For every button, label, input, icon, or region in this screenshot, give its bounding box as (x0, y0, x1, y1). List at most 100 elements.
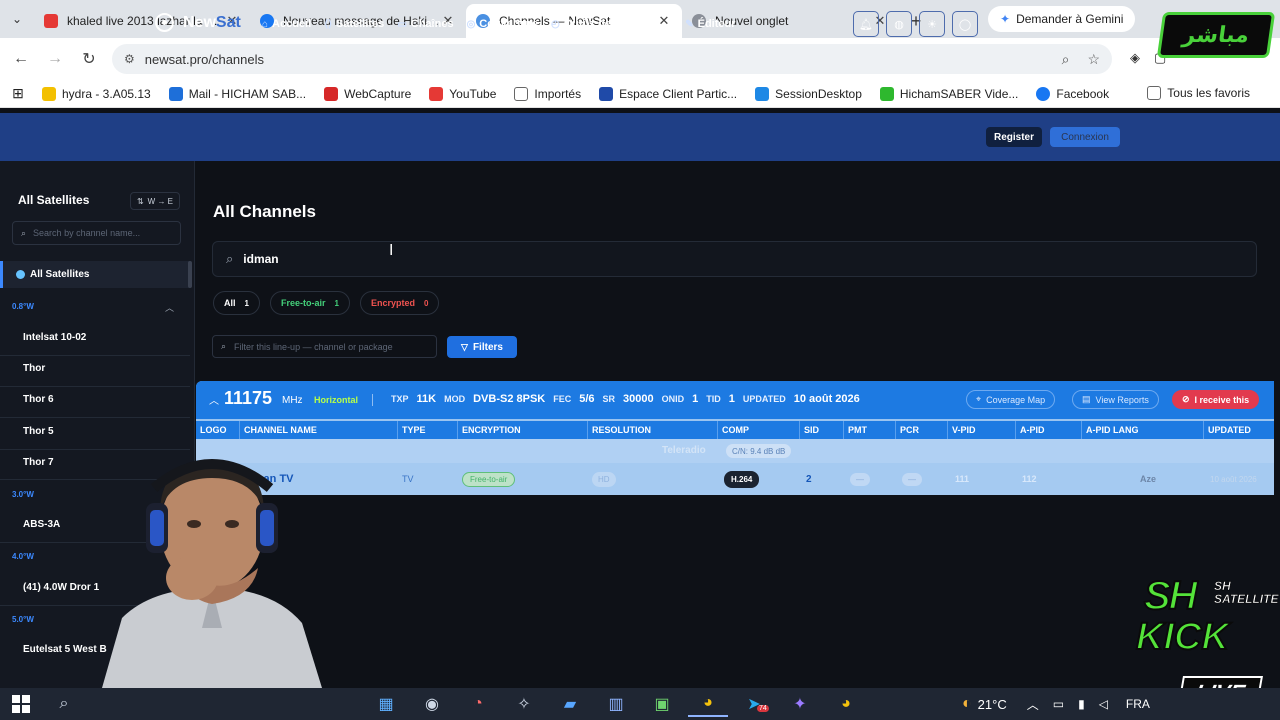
channel-search-input[interactable]: ⌕ idman (212, 241, 1257, 277)
pill-free-to-air[interactable]: Free-to-air 1 (269, 291, 350, 315)
reload-button[interactable]: ↻ (72, 42, 106, 76)
chevron-up-icon[interactable]: ︿ (1027, 696, 1039, 713)
camera-app-icon[interactable]: ◉ (412, 691, 452, 717)
sidebar-item-satellite[interactable]: Thor 6 (23, 394, 54, 405)
network-icon[interactable]: ▭ (1053, 697, 1064, 711)
column-header[interactable]: A-PID LANG (1082, 421, 1204, 439)
weather-temperature[interactable]: 21°C (978, 697, 1007, 712)
theme-sun-icon[interactable]: ☀ (919, 11, 945, 37)
apps-grid-icon[interactable]: ⊞ (0, 85, 36, 102)
microphone-icon[interactable]: ▮ (1078, 697, 1085, 711)
nav-item-chaines[interactable]: ▭ Chaînes (397, 18, 453, 30)
filters-label: Filters (472, 341, 503, 353)
bookmark-item[interactable]: WebCapture (324, 86, 411, 101)
bookmark-item[interactable]: Mail - HICHAM SAB... (168, 86, 306, 101)
column-header[interactable]: RESOLUTION (588, 421, 718, 439)
extension-icon[interactable]: ◈ (1130, 50, 1140, 66)
satellite-tool-icon[interactable]: ✦ (780, 691, 820, 717)
package-name: Teleradio (662, 445, 706, 456)
chrome-taskbar-icon[interactable]: ◕ (688, 691, 728, 717)
bookmark-item[interactable]: hydra - 3.A05.13 (42, 86, 151, 101)
column-header[interactable]: A-PID (1016, 421, 1082, 439)
column-header[interactable]: SID (800, 421, 844, 439)
sidebar-scrollbar[interactable] (188, 261, 192, 288)
language-globe-icon[interactable]: ◍ (886, 11, 912, 37)
contrast-drop-icon[interactable]: ◯ (952, 11, 978, 37)
sidebar-search-input[interactable]: ⌕ Search by channel name... (12, 221, 181, 245)
notification-bell-icon[interactable]: 🔔︎ (853, 11, 879, 37)
column-header[interactable]: ENCRYPTION (458, 421, 588, 439)
view-reports-button[interactable]: ▤ View Reports (1072, 390, 1159, 409)
i-receive-this-button[interactable]: ⊘ I receive this (1172, 390, 1260, 409)
sort-direction-button[interactable]: ⇅ W → E (130, 192, 180, 210)
transponder-header[interactable]: ︿ 11175 MHz Horizontal TXP 11K MOD DVB-S2 … (196, 381, 1274, 419)
column-header[interactable]: TYPE (398, 421, 458, 439)
sidebar-item-satellite[interactable]: Thor (23, 363, 45, 374)
bookmark-star-icon[interactable]: ☆ (1087, 51, 1100, 68)
login-button[interactable]: Connexion (1050, 127, 1120, 147)
gemini-button[interactable]: ✦ Demander à Gemini (988, 6, 1136, 32)
meta-key: ONID (661, 394, 685, 404)
bookmark-item[interactable]: HichamSABER Vide... (879, 86, 1018, 101)
speedometer-icon[interactable]: ◔ (458, 691, 498, 717)
nav-item-editeur[interactable]: ✎ Éditeur (685, 18, 735, 30)
column-header[interactable]: V-PID (948, 421, 1016, 439)
input-language[interactable]: FRA (1126, 697, 1150, 711)
bookmark-label: Facebook (1056, 86, 1110, 101)
file-explorer-icon[interactable]: ▦ (366, 691, 406, 717)
column-header[interactable]: COMP (718, 421, 800, 439)
forward-button[interactable]: → (38, 42, 72, 76)
reports-label: View Reports (1095, 394, 1149, 405)
calculator-icon[interactable]: ▥ (596, 691, 636, 717)
tab-search-icon[interactable]: ⌄ (0, 0, 34, 38)
nav-item-couverture[interactable]: ◎ Couverture (467, 18, 538, 30)
globe-icon (16, 270, 25, 279)
sidebar-item-satellite[interactable]: Thor 7 (23, 457, 54, 468)
address-bar[interactable]: ⚙ newsat.pro/channels ⌕ ☆ (112, 44, 1112, 74)
filters-button[interactable]: ▽ Filters (447, 336, 517, 358)
chevron-up-icon[interactable]: ︿ (165, 301, 174, 314)
notification-count-badge: 74 (757, 705, 769, 712)
search-icon[interactable]: ⌕ (44, 691, 84, 717)
column-header[interactable]: LOGO (196, 421, 240, 439)
pill-encrypted[interactable]: Encrypted 0 (359, 291, 440, 315)
cn-badge: C/N: 9.4 dB dB (726, 444, 792, 458)
bookmark-item[interactable]: Facebook (1036, 86, 1110, 101)
speaker-icon[interactable]: ◁ (1099, 697, 1108, 711)
sidebar-item-all-satellites[interactable]: All Satellites (0, 261, 190, 288)
nav-item-outils[interactable]: ◴ Outils de parabole ⌄ (551, 18, 672, 30)
column-header[interactable]: PCR (896, 421, 948, 439)
telegram-icon[interactable]: ➤ (734, 691, 774, 717)
apid-value: 112 (1022, 474, 1037, 484)
bookmark-item[interactable]: Importés (514, 86, 581, 101)
all-bookmarks-button[interactable]: Tous les favoris (1147, 86, 1250, 100)
chrome-profile-icon[interactable]: ◕ (826, 691, 866, 717)
back-button[interactable]: ← (4, 42, 38, 76)
column-header[interactable]: PMT (844, 421, 896, 439)
sidebar-item-satellite[interactable]: ABS-3A (23, 519, 60, 530)
bookmark-item[interactable]: YouTube (429, 86, 496, 101)
search-value: idman (243, 252, 279, 266)
satellite-app-icon[interactable]: ✧ (504, 691, 544, 717)
pmt-cell: — (850, 463, 900, 495)
column-header[interactable]: CHANNEL NAME (240, 421, 398, 439)
sidebar-item-satellite[interactable]: Intelsat 10-02 (23, 332, 86, 343)
weather-icon[interactable]: ◐ (962, 695, 972, 713)
chevron-up-icon[interactable]: ︿ (209, 392, 219, 407)
bookmark-item[interactable]: Espace Client Partic... (599, 86, 737, 101)
windows-start-icon[interactable] (12, 695, 30, 713)
nav-item-accueil[interactable]: ⌂ Accueil (262, 18, 311, 30)
network-app-icon[interactable]: ▣ (642, 691, 682, 717)
site-settings-icon[interactable]: ⚙ (124, 52, 135, 66)
lineup-filter-input[interactable]: ⌕ Filter this line-up — channel or packa… (212, 335, 437, 358)
register-button[interactable]: Register (986, 127, 1042, 147)
sidebar-item-satellite[interactable]: Thor 5 (23, 426, 54, 437)
bookmark-item[interactable]: SessionDesktop (755, 86, 862, 101)
nav-item-satellites[interactable]: ⟨⟩ Satellites (324, 18, 384, 30)
zoom-icon[interactable]: ⌕ (1062, 51, 1070, 68)
pill-all[interactable]: All 1 (213, 291, 260, 315)
site-logo[interactable]: New Sat (155, 13, 241, 32)
remote-desktop-icon[interactable]: ▰ (550, 691, 590, 717)
coverage-map-button[interactable]: ⌖ Coverage Map (966, 390, 1056, 409)
column-header[interactable]: UPDATED (1204, 421, 1274, 439)
